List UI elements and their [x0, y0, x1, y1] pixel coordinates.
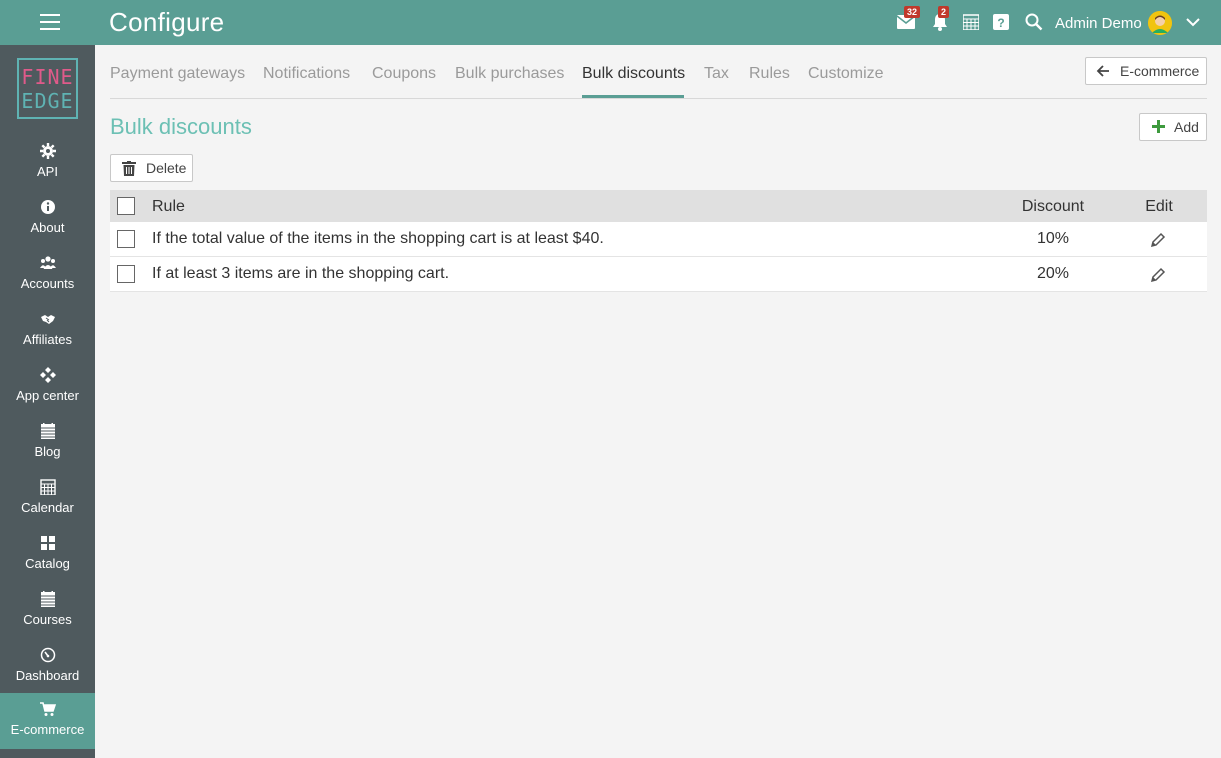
- sidebar-item-label: Blog: [34, 444, 61, 459]
- tab-payment-gateways[interactable]: Payment gateways: [110, 65, 245, 83]
- sidebar: FINE EDGE API About Accounts Affiliates …: [0, 45, 95, 758]
- add-button[interactable]: Add: [1139, 113, 1207, 141]
- sidebar-item-catalog[interactable]: Catalog: [0, 527, 95, 583]
- table-row: If at least 3 items are in the shopping …: [110, 257, 1207, 292]
- cart-icon: [39, 702, 56, 716]
- chevron-down-icon[interactable]: [1184, 13, 1202, 31]
- rule-cell: If at least 3 items are in the shopping …: [152, 265, 450, 282]
- table-row: If the total value of the items in the s…: [110, 222, 1207, 257]
- discounts-table: Rule Discount Edit If the total value of…: [110, 190, 1207, 292]
- table-header: Rule Discount Edit: [110, 190, 1207, 222]
- sidebar-item-label: Courses: [23, 612, 72, 627]
- tab-bar: Payment gateways Notifications Coupons B…: [110, 55, 1207, 99]
- tab-tax[interactable]: Tax: [704, 65, 729, 83]
- sidebar-item-api[interactable]: API: [0, 135, 95, 191]
- gear-icon: [39, 143, 56, 159]
- sidebar-item-label: Accounts: [20, 276, 75, 291]
- tab-bulk-discounts[interactable]: Bulk discounts: [582, 65, 685, 83]
- rule-cell: If the total value of the items in the s…: [152, 230, 604, 247]
- mail-icon[interactable]: 32: [896, 6, 921, 32]
- sidebar-item-label: About: [30, 220, 65, 235]
- sidebar-item-app-center[interactable]: App center: [0, 359, 95, 415]
- tab-notifications[interactable]: Notifications: [263, 65, 350, 83]
- menu-icon[interactable]: [40, 14, 60, 30]
- active-tab-indicator: [582, 95, 684, 98]
- avatar[interactable]: [1148, 11, 1172, 35]
- sidebar-item-label: Dashboard: [15, 668, 80, 683]
- calendar-icon: [40, 423, 55, 439]
- sidebar-item-calendar[interactable]: Calendar: [0, 471, 95, 527]
- info-icon: [40, 200, 55, 214]
- user-name[interactable]: Admin Demo: [1055, 15, 1142, 32]
- sidebar-item-blog[interactable]: Blog: [0, 415, 95, 471]
- column-header-edit: Edit: [1145, 198, 1173, 215]
- search-icon[interactable]: [1024, 12, 1044, 32]
- column-header-discount[interactable]: Discount: [1010, 198, 1096, 216]
- trash-icon: [122, 161, 136, 176]
- diamond-grid-icon: [39, 367, 56, 383]
- bell-icon[interactable]: 2: [930, 6, 950, 32]
- row-checkbox[interactable]: [117, 230, 135, 248]
- calendar-icon[interactable]: [961, 12, 981, 32]
- delete-button-label: Delete: [146, 160, 187, 176]
- sidebar-item-dashboard[interactable]: Dashboard: [0, 639, 95, 695]
- sidebar-item-about[interactable]: About: [0, 191, 95, 247]
- back-button-label: E-commerce: [1120, 63, 1200, 79]
- add-button-label: Add: [1174, 119, 1199, 135]
- app-title: Configure: [109, 7, 225, 37]
- tab-customize[interactable]: Customize: [808, 65, 884, 83]
- column-header-rule[interactable]: Rule: [152, 198, 185, 216]
- svg-text:?: ?: [997, 16, 1004, 30]
- users-icon: [39, 256, 56, 269]
- gauge-icon: [40, 647, 55, 663]
- help-icon[interactable]: ?: [991, 12, 1011, 32]
- sidebar-item-label: Catalog: [25, 556, 70, 571]
- calendar-icon: [40, 591, 55, 607]
- sidebar-item-accounts[interactable]: Accounts: [0, 247, 95, 303]
- pencil-icon[interactable]: [1150, 267, 1166, 283]
- grid-icon: [40, 536, 55, 550]
- discount-cell: 10%: [1036, 230, 1070, 247]
- back-to-e-commerce-button[interactable]: E-commerce: [1085, 57, 1207, 85]
- sidebar-item-e-commerce[interactable]: E-commerce: [0, 693, 95, 749]
- row-checkbox[interactable]: [117, 265, 135, 283]
- plus-icon: [1152, 120, 1165, 133]
- sidebar-item-label: Calendar: [21, 500, 74, 515]
- tab-rules[interactable]: Rules: [749, 65, 790, 83]
- sidebar-item-label: API: [37, 164, 58, 179]
- notification-count-badge: 2: [938, 6, 950, 18]
- sidebar-item-label: App center: [16, 388, 79, 403]
- select-all-checkbox[interactable]: [117, 197, 135, 215]
- sidebar-item-courses[interactable]: Courses: [0, 583, 95, 639]
- page-title: Bulk discounts: [110, 114, 252, 139]
- discount-cell: 20%: [1036, 265, 1070, 282]
- pencil-icon[interactable]: [1150, 232, 1166, 248]
- tab-coupons[interactable]: Coupons: [372, 65, 436, 83]
- sidebar-item-label: E-commerce: [10, 722, 85, 737]
- handshake-icon: [40, 315, 55, 324]
- mail-count-badge: 32: [904, 6, 921, 18]
- tab-bulk-purchases[interactable]: Bulk purchases: [455, 65, 564, 83]
- logo[interactable]: FINE EDGE: [17, 58, 78, 119]
- sidebar-item-label: Affiliates: [23, 332, 72, 347]
- calendar-grid-icon: [39, 479, 56, 495]
- sidebar-item-affiliates[interactable]: Affiliates: [0, 303, 95, 359]
- arrow-left-icon: [1096, 65, 1109, 77]
- top-bar: Configure 32 2 ? Admin Demo: [0, 0, 1221, 45]
- delete-button[interactable]: Delete: [110, 154, 193, 182]
